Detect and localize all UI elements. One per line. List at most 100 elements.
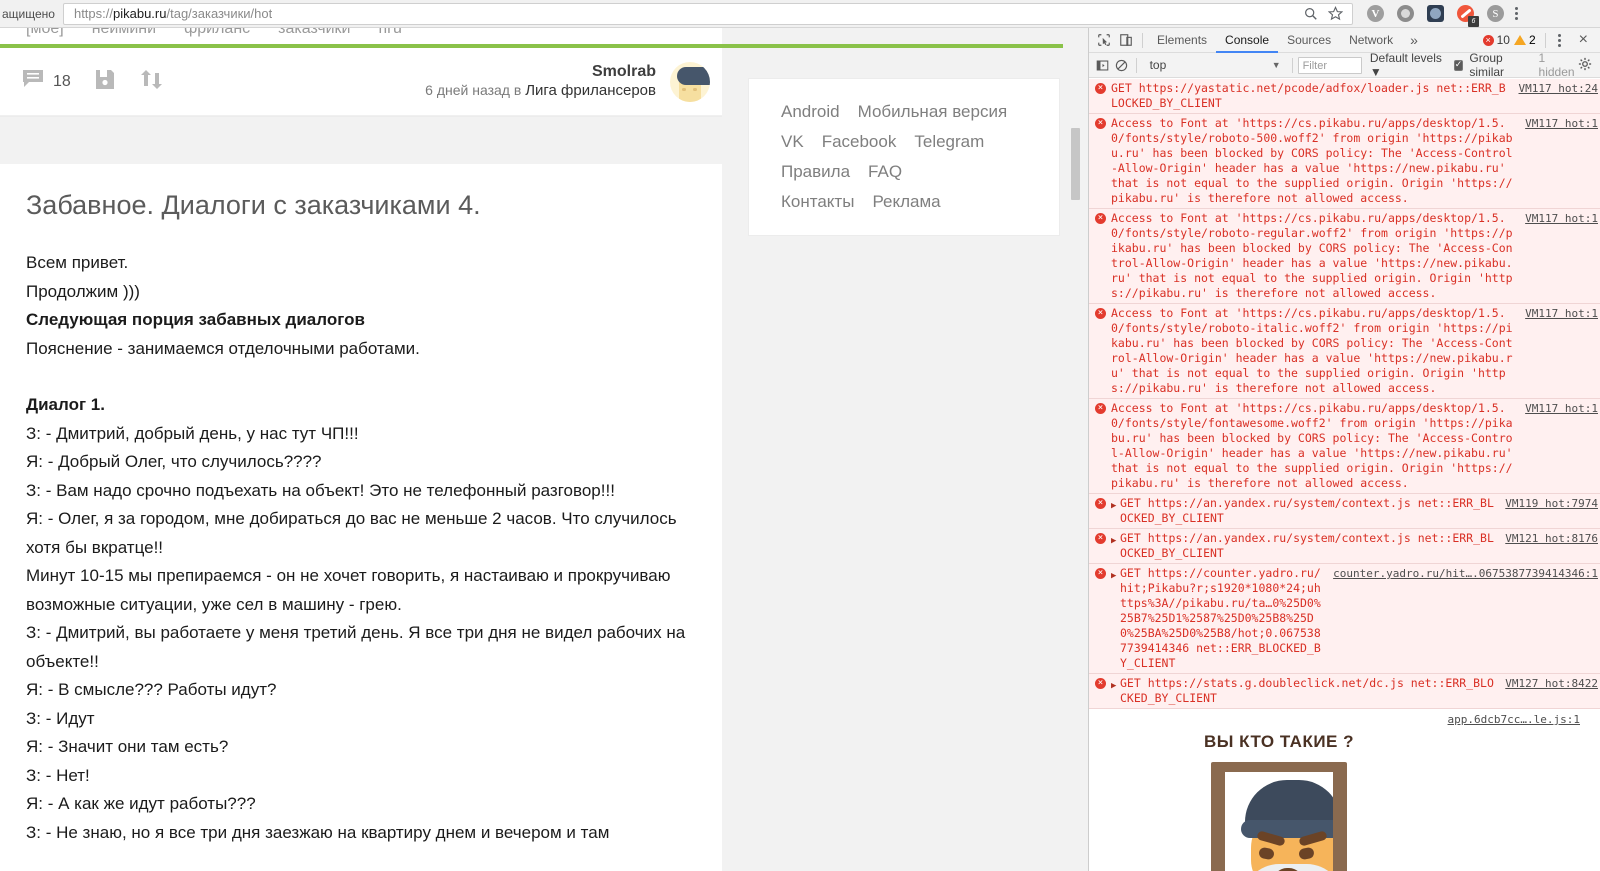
inspect-element-icon[interactable] [1093, 30, 1115, 50]
footer-link[interactable]: Мобильная версия [858, 102, 1008, 121]
settings-gear-icon[interactable] [1578, 57, 1596, 74]
meme-window-inner [1225, 772, 1333, 871]
comment-icon [22, 69, 44, 94]
save-action[interactable] [95, 69, 115, 95]
warning-triangle-icon [1513, 35, 1526, 45]
save-icon [95, 69, 115, 95]
footer-link[interactable]: VK [781, 132, 804, 151]
post-paragraph: Я: - Значит они там есть? [26, 737, 229, 756]
chrome-menu-icon[interactable] [1512, 7, 1528, 20]
group-similar-checkbox[interactable] [1453, 59, 1464, 71]
footer-link[interactable]: Контакты [781, 192, 854, 211]
execution-context-select[interactable]: top ▼ [1142, 58, 1287, 72]
tab-console[interactable]: Console [1216, 28, 1279, 53]
console-error-row[interactable]: Access to Font at 'https://cs.pikabu.ru/… [1089, 114, 1600, 209]
post-paragraph: Продолжим ))) [26, 281, 140, 301]
extension-icons: 6 [1357, 5, 1512, 27]
hidden-count-label: 1 hidden [1538, 51, 1575, 79]
pocket-icon[interactable] [1396, 5, 1414, 22]
footer-link[interactable]: Facebook [822, 132, 897, 151]
browser-toolbar: ащищено https://pikabu.ru/tag/заказчики/… [0, 0, 1600, 28]
console-output[interactable]: GET https://yastatic.net/pcode/adfox/loa… [1089, 79, 1600, 871]
post-submeta: 6 дней назад в Лига фрилансеров [425, 82, 656, 101]
console-error-row[interactable]: Access to Font at 'https://cs.pikabu.ru/… [1089, 209, 1600, 304]
more-tabs-icon[interactable]: » [1402, 32, 1426, 48]
console-error-row[interactable]: ▶GET https://stats.g.doubleclick.net/dc.… [1089, 674, 1600, 709]
error-circle-icon [1095, 306, 1111, 396]
post-author[interactable]: Smolrab [425, 62, 656, 82]
meme-source-link[interactable]: app.6dcb7cc….le.js:1 [1107, 713, 1594, 726]
tab-network[interactable]: Network [1340, 28, 1402, 53]
warning-count-badge[interactable]: 2 [1513, 33, 1536, 47]
footer-link[interactable]: Android [781, 102, 840, 121]
post-tag[interactable]: пгu [378, 28, 401, 38]
bookmark-star-icon[interactable] [1327, 6, 1343, 21]
comments-action[interactable]: 18 [22, 69, 71, 94]
console-source-link[interactable]: counter.yadro.ru/hit….0675387739414346:1 [1329, 566, 1598, 671]
post-paragraph: З: - Вам надо срочно подъехать на объект… [26, 480, 615, 500]
error-count-badge[interactable]: 10 [1482, 33, 1510, 47]
footer-link[interactable]: FAQ [868, 162, 902, 181]
avatar[interactable] [670, 61, 710, 102]
search-icon[interactable] [1304, 7, 1318, 21]
post-paragraph: З: - Дмитрий, вы работаете у меня третий… [26, 623, 686, 671]
log-levels-select[interactable]: Default levels ▼ [1370, 51, 1445, 79]
page-scrollbar[interactable] [1071, 128, 1080, 200]
page-viewport: [мое] неимини фриланс заказчики пгu 18 S… [0, 28, 1088, 871]
error-count: 10 [1496, 33, 1510, 47]
console-source-link[interactable]: VM117 hot:1 [1521, 401, 1598, 491]
console-error-row[interactable]: GET https://yastatic.net/pcode/adfox/loa… [1089, 79, 1600, 114]
post-paragraph: Я: - А как же идут работы??? [26, 794, 256, 813]
avatar-chef-hat [677, 66, 710, 85]
console-source-link[interactable]: VM117 hot:1 [1521, 306, 1598, 396]
card-separator [0, 140, 722, 164]
post-paragraph: Я: - Олег, я за городом, мне добираться … [26, 509, 677, 557]
expand-triangle-icon[interactable]: ▶ [1111, 496, 1120, 526]
repost-action[interactable] [139, 69, 164, 95]
post-tag[interactable]: [мое] [26, 28, 64, 38]
post-tag[interactable]: фриланс [184, 28, 250, 38]
grandpa-window-meme-image: ВЫ КТО ТАКИЕ ? [1203, 732, 1355, 871]
footer-link[interactable]: Реклама [872, 192, 940, 211]
post-tag[interactable]: неимини [92, 28, 156, 38]
footer-link-row: Контакты Реклама [781, 187, 1059, 217]
console-source-link[interactable]: VM127 hot:8422 [1501, 676, 1598, 706]
tab-sources[interactable]: Sources [1278, 28, 1340, 53]
console-error-row[interactable]: Access to Font at 'https://cs.pikabu.ru/… [1089, 304, 1600, 399]
console-source-link[interactable]: VM117 hot:1 [1521, 211, 1598, 301]
console-source-link[interactable]: VM121 hot:8176 [1501, 531, 1598, 561]
url-prefix: https:// [73, 6, 113, 21]
post-community[interactable]: Лига фрилансеров [525, 82, 656, 99]
badge-extension-icon[interactable]: 6 [1456, 5, 1479, 27]
post-paragraph: Минут 10-15 мы препираемся - он не хочет… [26, 566, 671, 614]
tab-elements[interactable]: Elements [1148, 28, 1216, 53]
url-path: /tag/заказчики/hot [166, 6, 273, 21]
adguard-icon[interactable] [1366, 5, 1384, 22]
post-paragraph: Пояснение - занимаемся отделочными работ… [26, 338, 420, 358]
close-icon[interactable]: × [1575, 32, 1592, 48]
console-source-link[interactable]: VM117 hot:1 [1521, 116, 1598, 206]
post-header: 18 Smolrab 6 дней назад в Лига фрилансер… [0, 48, 722, 116]
address-bar[interactable]: https://pikabu.ru/tag/заказчики/hot [62, 2, 1353, 25]
skype-icon[interactable] [1486, 5, 1504, 22]
translate-icon[interactable] [1426, 5, 1444, 22]
console-source-link[interactable]: VM117 hot:24 [1515, 81, 1598, 111]
error-circle-icon [1095, 531, 1111, 561]
console-filter-input[interactable]: Filter [1297, 56, 1362, 74]
footer-link[interactable]: Правила [781, 162, 850, 181]
expand-triangle-icon[interactable]: ▶ [1111, 566, 1120, 671]
console-error-row[interactable]: ▶GET https://an.yandex.ru/system/context… [1089, 494, 1600, 529]
post-tag[interactable]: заказчики [278, 28, 350, 38]
console-error-row[interactable]: ▶GET https://an.yandex.ru/system/context… [1089, 529, 1600, 564]
footer-link[interactable]: Telegram [914, 132, 984, 151]
console-source-link[interactable]: VM119 hot:7974 [1501, 496, 1598, 526]
expand-triangle-icon[interactable]: ▶ [1111, 676, 1120, 706]
console-error-row[interactable]: ▶GET https://counter.yadro.ru/hit;Pikabu… [1089, 564, 1600, 674]
expand-triangle-icon[interactable]: ▶ [1111, 531, 1120, 561]
devtools-menu-icon[interactable] [1555, 33, 1571, 47]
clear-console-icon[interactable] [1112, 55, 1131, 75]
console-message-text: Access to Font at 'https://cs.pikabu.ru/… [1111, 116, 1513, 205]
console-error-row[interactable]: Access to Font at 'https://cs.pikabu.ru/… [1089, 399, 1600, 494]
console-sidebar-icon[interactable] [1093, 55, 1112, 75]
device-toolbar-icon[interactable] [1115, 30, 1137, 50]
